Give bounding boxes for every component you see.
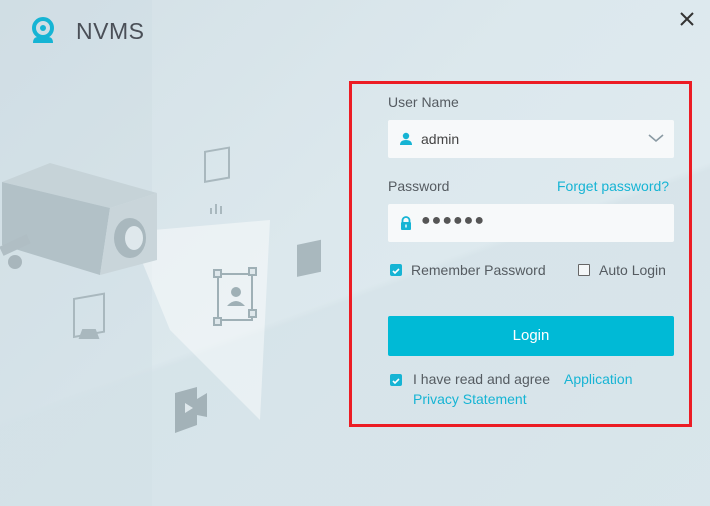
chevron-down-icon[interactable] [647,132,665,144]
username-field[interactable]: admin [388,120,674,158]
user-icon [400,132,412,145]
remember-password-label[interactable]: Remember Password [411,262,546,278]
check-icon [392,378,400,385]
car-recognition-icon [73,292,105,339]
auto-login-label[interactable]: Auto Login [599,262,666,278]
username-label: User Name [388,94,459,110]
auto-login-checkbox[interactable] [578,264,590,276]
check-icon [392,268,400,275]
film-icon [297,239,321,277]
close-icon [680,12,694,26]
close-button[interactable] [676,8,698,30]
webcam-icon [32,17,54,43]
privacy-statement-link-line1[interactable]: Application [564,371,633,387]
password-field[interactable]: ●●●●●● [388,204,674,242]
app-logo: NVMS [30,17,144,45]
forget-password-link[interactable]: Forget password? [557,178,669,194]
chart-icon [204,146,230,214]
username-value: admin [421,131,460,147]
privacy-statement-link-line2[interactable]: Privacy Statement [413,391,527,407]
remember-password-checkbox[interactable] [390,264,402,276]
security-camera-illustration [0,163,157,275]
app-title: NVMS [76,17,145,44]
password-value: ●●●●●● [421,212,485,229]
video-camera-icon [175,387,207,433]
agree-text: I have read and agree [413,371,550,387]
password-label: Password [388,178,450,194]
agree-checkbox[interactable] [390,374,402,386]
lock-icon [401,216,411,230]
login-button[interactable]: Login [388,316,674,356]
